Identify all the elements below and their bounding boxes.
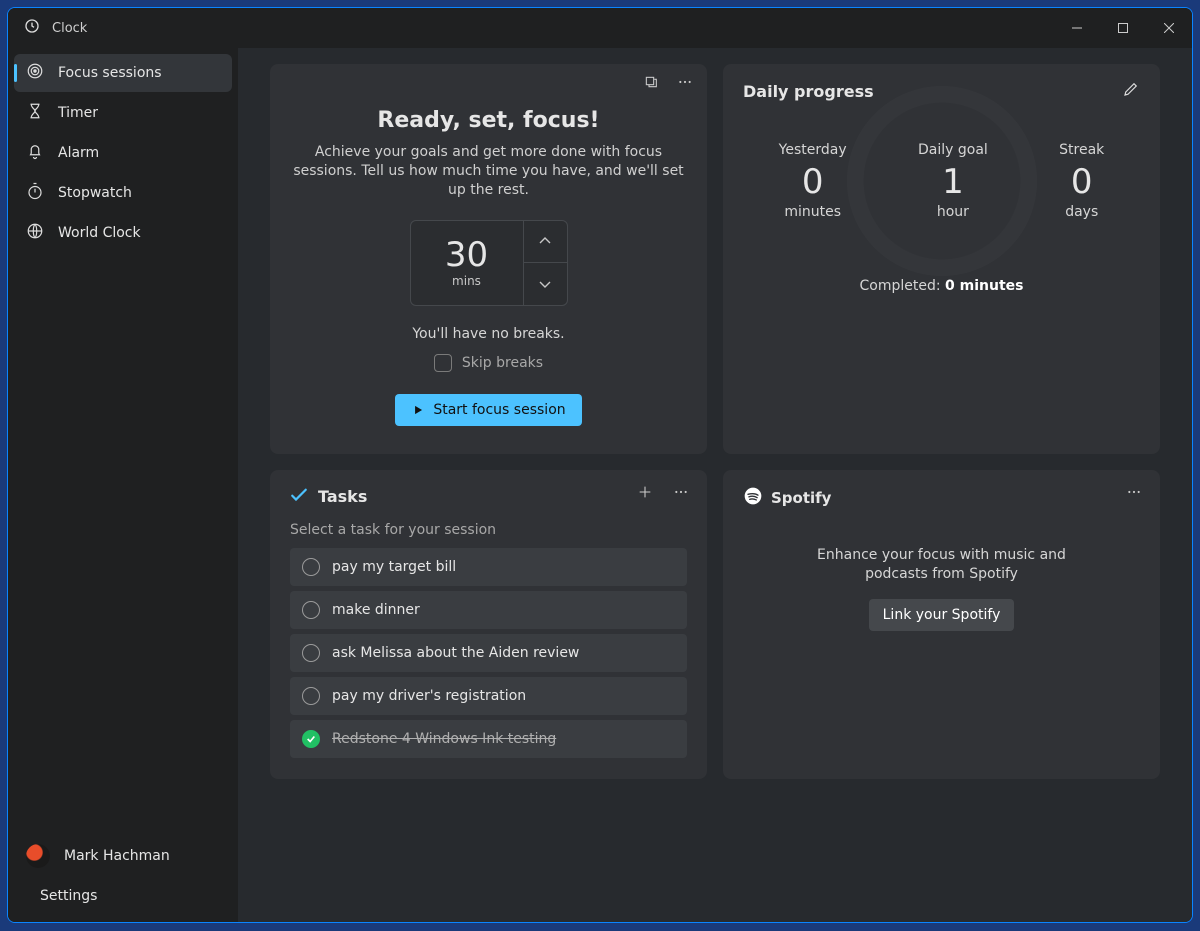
maximize-button[interactable] <box>1100 8 1146 48</box>
sidebar-item-focus-sessions[interactable]: Focus sessions <box>14 54 232 92</box>
task-label: ask Melissa about the Aiden review <box>332 645 579 661</box>
increase-button[interactable] <box>524 221 567 264</box>
avatar <box>26 844 50 868</box>
target-icon <box>26 62 44 84</box>
tasks-hint: Select a task for your session <box>290 522 687 538</box>
start-focus-button[interactable]: Start focus session <box>395 394 581 426</box>
sidebar-item-timer[interactable]: Timer <box>14 94 232 132</box>
add-task-button[interactable] <box>637 484 653 504</box>
sidebar-item-label: Focus sessions <box>58 65 162 81</box>
task-checkbox[interactable] <box>302 558 320 576</box>
task-label: make dinner <box>332 602 420 618</box>
bell-icon <box>26 142 44 164</box>
sidebar-item-label: World Clock <box>58 225 141 241</box>
link-spotify-button[interactable]: Link your Spotify <box>869 599 1015 631</box>
main-content: Ready, set, focus! Achieve your goals an… <box>238 48 1192 922</box>
sidebar: Focus sessions Timer Alarm Stopwatch World C… <box>8 48 238 922</box>
start-button-label: Start focus session <box>433 402 565 418</box>
sidebar-item-stopwatch[interactable]: Stopwatch <box>14 174 232 212</box>
tasks-title: Tasks <box>318 487 367 506</box>
task-item[interactable]: pay my driver's registration <box>290 677 687 715</box>
metric-goal: Daily goal 1 hour <box>918 142 988 220</box>
app-window: Clock Focus sessions Timer Alarm Stopwatch W… <box>7 7 1193 923</box>
close-button[interactable] <box>1146 8 1192 48</box>
settings-label: Settings <box>40 888 97 904</box>
duration-unit: mins <box>452 274 481 288</box>
task-checkbox[interactable] <box>302 644 320 662</box>
globe-icon <box>26 222 44 244</box>
metric-yesterday: Yesterday 0 minutes <box>779 142 847 220</box>
breaks-hint: You'll have no breaks. <box>290 326 687 342</box>
sidebar-item-label: Alarm <box>58 145 99 161</box>
focus-title: Ready, set, focus! <box>290 108 687 133</box>
spotify-description: Enhance your focus with music and podcas… <box>812 546 1072 584</box>
sidebar-item-label: Stopwatch <box>58 185 132 201</box>
task-item[interactable]: pay my target bill <box>290 548 687 586</box>
spotify-card: Spotify Enhance your focus with music an… <box>723 470 1160 779</box>
decrease-button[interactable] <box>524 263 567 305</box>
keep-on-top-icon[interactable] <box>643 74 659 94</box>
task-checkbox[interactable] <box>302 730 320 748</box>
tasks-card: Tasks Select a task for your session pay… <box>270 470 707 779</box>
metric-streak: Streak 0 days <box>1059 142 1104 220</box>
task-checkbox[interactable] <box>302 687 320 705</box>
edit-icon[interactable] <box>1122 80 1140 102</box>
task-label: pay my target bill <box>332 559 456 575</box>
task-item[interactable]: ask Melissa about the Aiden review <box>290 634 687 672</box>
sidebar-item-world-clock[interactable]: World Clock <box>14 214 232 252</box>
progress-card: Daily progress Yesterday 0 minutes Daily… <box>723 64 1160 454</box>
duration-value: 30 <box>445 238 488 272</box>
more-icon[interactable] <box>677 74 693 94</box>
app-icon <box>24 18 40 38</box>
spotify-title: Spotify <box>771 489 831 507</box>
more-icon[interactable] <box>673 484 689 504</box>
completed-text: Completed: 0 minutes <box>743 278 1140 294</box>
app-title: Clock <box>52 21 87 36</box>
task-item[interactable]: make dinner <box>290 591 687 629</box>
focus-description: Achieve your goals and get more done wit… <box>290 143 687 200</box>
sidebar-item-alarm[interactable]: Alarm <box>14 134 232 172</box>
skip-breaks-label: Skip breaks <box>462 355 543 371</box>
spotify-icon <box>743 486 763 510</box>
hourglass-icon <box>26 102 44 124</box>
task-label: pay my driver's registration <box>332 688 526 704</box>
more-icon[interactable] <box>1126 484 1142 504</box>
duration-display[interactable]: 30 mins <box>411 221 523 305</box>
minimize-button[interactable] <box>1054 8 1100 48</box>
task-checkbox[interactable] <box>302 601 320 619</box>
task-item[interactable]: Redstone 4 Windows Ink testing <box>290 720 687 758</box>
sidebar-item-label: Timer <box>58 105 98 121</box>
focus-card: Ready, set, focus! Achieve your goals an… <box>270 64 707 454</box>
duration-picker: 30 mins <box>410 220 568 306</box>
user-account[interactable]: Mark Hachman <box>8 836 238 876</box>
stopwatch-icon <box>26 182 44 204</box>
titlebar: Clock <box>8 8 1192 48</box>
task-label: Redstone 4 Windows Ink testing <box>332 731 556 747</box>
settings-button[interactable]: Settings <box>8 876 238 916</box>
progress-title: Daily progress <box>743 82 874 101</box>
user-name: Mark Hachman <box>64 848 170 864</box>
skip-breaks-checkbox[interactable] <box>434 354 452 372</box>
tasks-icon <box>290 486 308 508</box>
